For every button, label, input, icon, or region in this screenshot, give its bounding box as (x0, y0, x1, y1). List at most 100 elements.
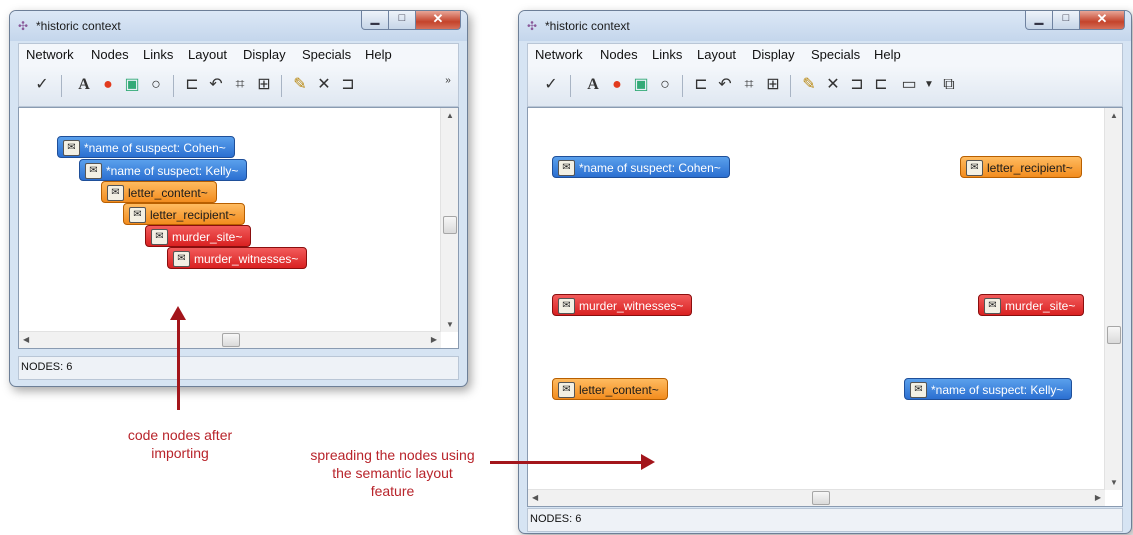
scroll-right-icon[interactable]: ▶ (1095, 493, 1101, 502)
node-red[interactable]: ✉ murder_site~ (978, 294, 1085, 316)
menu-specials[interactable]: Specials (811, 47, 860, 62)
node-red[interactable]: ✉ murder_witnesses~ (167, 247, 308, 269)
delete-icon[interactable]: ✕ (313, 74, 335, 96)
node-orange[interactable]: ✉ letter_content~ (101, 181, 217, 203)
check-icon[interactable]: ✓ (540, 74, 562, 96)
scroll-thumb[interactable] (1107, 326, 1121, 344)
node-code-icon: ✉ (173, 251, 190, 267)
new-node-icon[interactable]: ✎ (798, 74, 820, 96)
minimize-button[interactable]: ▁ (361, 11, 389, 30)
menu-display[interactable]: Display (752, 47, 795, 62)
scroll-thumb[interactable] (812, 491, 830, 505)
minimize-button[interactable]: ▁ (1025, 11, 1053, 30)
node-orange[interactable]: ✉ letter_recipient~ (123, 203, 245, 225)
node-blue[interactable]: ✉ *name of suspect: Cohen~ (552, 156, 730, 178)
frame-icon[interactable]: ▭ (898, 74, 920, 96)
node-blue[interactable]: ✉ *name of suspect: Cohen~ (57, 136, 235, 158)
scroll-right-icon[interactable]: ▶ (431, 335, 437, 344)
vertical-scrollbar[interactable]: ▲ ▼ (1104, 108, 1122, 490)
tree-layout-icon[interactable]: ⊏ (690, 74, 712, 96)
node-code-icon: ✉ (129, 207, 146, 223)
font-icon[interactable]: A (73, 74, 95, 96)
link-icon[interactable]: ⊐ (846, 74, 868, 96)
left-titlebar[interactable]: ✣ *historic context ▁ □ ✕ (10, 11, 467, 41)
menu-layout[interactable]: Layout (697, 47, 736, 62)
color-wheel-icon[interactable]: ● (606, 74, 628, 96)
dropdown-icon[interactable]: ▼ (918, 74, 940, 96)
close-button[interactable]: ✕ (1080, 11, 1125, 30)
maximize-icon: □ (398, 12, 406, 24)
network-grid-icon[interactable]: ⌗ (738, 74, 760, 96)
network-grid-icon[interactable]: ⌗ (229, 74, 251, 96)
node-red[interactable]: ✉ murder_site~ (145, 225, 252, 247)
right-window-title: *historic context (545, 19, 630, 33)
color-wheel-icon[interactable]: ● (97, 74, 119, 96)
font-icon[interactable]: A (582, 74, 604, 96)
check-icon[interactable]: ✓ (31, 74, 53, 96)
scroll-left-icon[interactable]: ◀ (23, 335, 29, 344)
menu-links[interactable]: Links (652, 47, 682, 62)
node-blue[interactable]: ✉ *name of suspect: Kelly~ (79, 159, 248, 181)
menu-nodes[interactable]: Nodes (91, 47, 129, 62)
menu-network[interactable]: Network (535, 47, 583, 62)
left-menubar: Network Nodes Links Layout Display Speci… (18, 43, 459, 66)
menu-display[interactable]: Display (243, 47, 286, 62)
menu-nodes[interactable]: Nodes (600, 47, 638, 62)
copy-icon[interactable]: ⧉ (938, 74, 960, 96)
maximize-button[interactable]: □ (1053, 11, 1080, 30)
toolbar-separator (682, 75, 683, 97)
toolbar-overflow-icon[interactable]: » (437, 70, 459, 92)
scroll-down-icon[interactable]: ▼ (446, 320, 454, 329)
network-icon: ✣ (18, 19, 29, 33)
new-node-icon[interactable]: ✎ (289, 74, 311, 96)
annotation-left: code nodes after importing (127, 427, 233, 461)
right-network-canvas[interactable]: ✉ *name of suspect: Cohen~ ✉ letter_reci… (527, 107, 1123, 507)
menu-layout[interactable]: Layout (188, 47, 227, 62)
menu-network[interactable]: Network (26, 47, 74, 62)
scroll-thumb[interactable] (222, 333, 240, 347)
maximize-button[interactable]: □ (389, 11, 416, 30)
node-red[interactable]: ✉ murder_witnesses~ (552, 294, 693, 316)
menu-links[interactable]: Links (143, 47, 173, 62)
menu-help[interactable]: Help (874, 47, 901, 62)
node-orange[interactable]: ✉ letter_recipient~ (960, 156, 1082, 178)
annotation-arrowhead (641, 454, 655, 470)
tree-layout-icon[interactable]: ⊏ (181, 74, 203, 96)
scroll-up-icon[interactable]: ▲ (1110, 111, 1118, 120)
node-code-icon: ✉ (966, 160, 983, 176)
scroll-up-icon[interactable]: ▲ (446, 111, 454, 120)
unlink-icon[interactable]: ⊏ (870, 74, 892, 96)
speech-bubble-icon[interactable]: ○ (145, 74, 167, 96)
network-icon: ✣ (527, 19, 538, 33)
right-titlebar[interactable]: ✣ *historic context ▁ □ ✕ (519, 11, 1131, 41)
undo-icon[interactable]: ↶ (205, 74, 227, 96)
network-select-icon[interactable]: ⊞ (762, 74, 784, 96)
right-statusbar: NODES: 6 (527, 508, 1123, 532)
horizontal-scrollbar[interactable]: ◀ ▶ (19, 331, 441, 348)
speech-bubble-icon[interactable]: ○ (654, 74, 676, 96)
undo-icon[interactable]: ↶ (714, 74, 736, 96)
menu-specials[interactable]: Specials (302, 47, 351, 62)
scroll-down-icon[interactable]: ▼ (1110, 478, 1118, 487)
menu-help[interactable]: Help (365, 47, 392, 62)
node-orange[interactable]: ✉ letter_content~ (552, 378, 668, 400)
image-icon[interactable]: ▣ (121, 74, 143, 96)
node-blue[interactable]: ✉ *name of suspect: Kelly~ (904, 378, 1073, 400)
node-code-icon: ✉ (558, 160, 575, 176)
scroll-left-icon[interactable]: ◀ (532, 493, 538, 502)
close-button[interactable]: ✕ (416, 11, 461, 30)
node-code-icon: ✉ (85, 163, 102, 179)
scroll-thumb[interactable] (443, 216, 457, 234)
delete-icon[interactable]: ✕ (822, 74, 844, 96)
node-count: NODES: 6 (530, 513, 582, 525)
left-network-canvas[interactable]: ✉ *name of suspect: Cohen~ ✉ *name of su… (18, 107, 459, 349)
left-window: ✣ *historic context ▁ □ ✕ Network Nodes … (9, 10, 468, 387)
vertical-scrollbar[interactable]: ▲ ▼ (440, 108, 458, 332)
left-statusbar: NODES: 6 (18, 356, 459, 380)
network-select-icon[interactable]: ⊞ (253, 74, 275, 96)
link-icon[interactable]: ⊐ (337, 74, 359, 96)
maximize-icon: □ (1062, 12, 1070, 24)
image-icon[interactable]: ▣ (630, 74, 652, 96)
horizontal-scrollbar[interactable]: ◀ ▶ (528, 489, 1105, 506)
node-label: *name of suspect: Kelly~ (931, 383, 1064, 397)
